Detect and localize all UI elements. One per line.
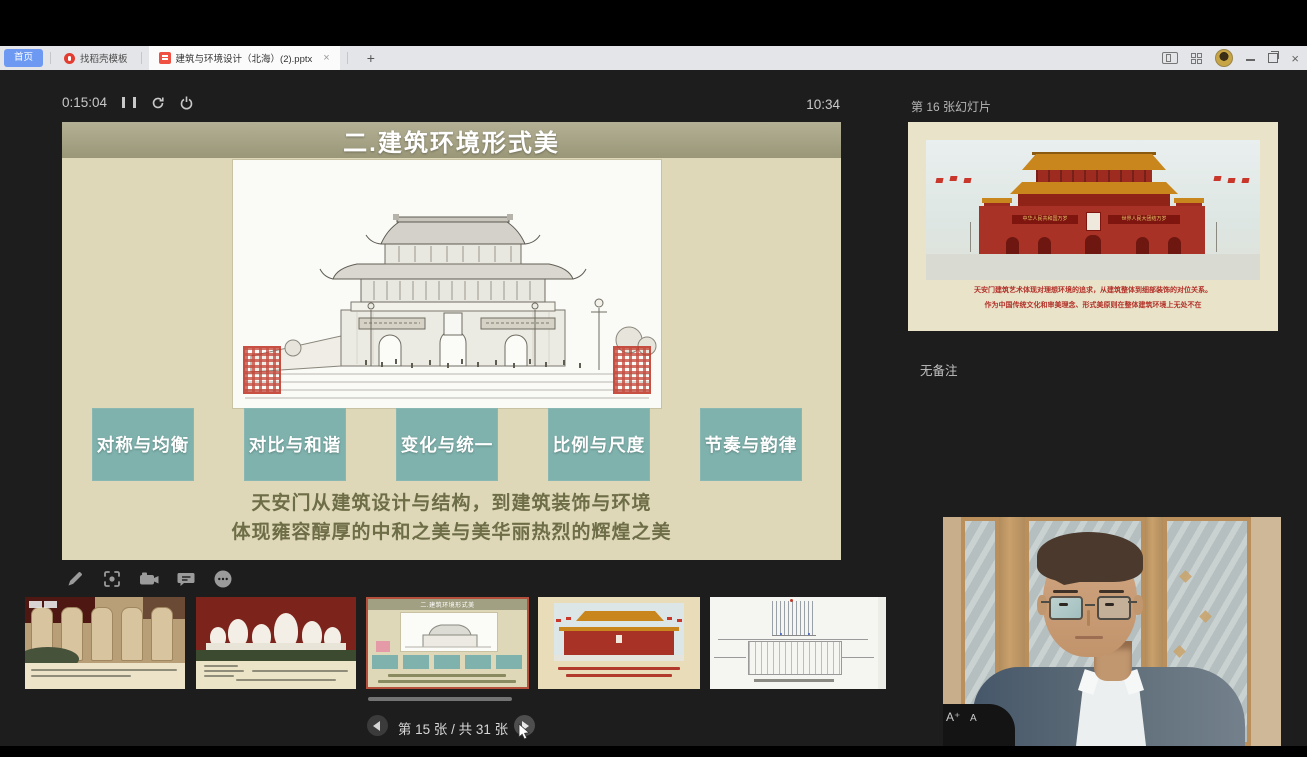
glasses-icon: [1097, 596, 1131, 620]
person-eyebrow: [1053, 590, 1078, 593]
pen-icon[interactable]: [64, 568, 86, 590]
slide-thumbnail-13[interactable]: [25, 597, 185, 689]
slide-nav-text: 第 15 张 / 共 31 张: [393, 718, 513, 738]
webcam-video[interactable]: [943, 517, 1281, 746]
person-eye: [1105, 603, 1114, 606]
principle-box: 节奏与韵律: [700, 408, 802, 481]
tiananmen-photo: 中华人民共和国万岁 世界人民大团结万岁: [926, 140, 1260, 280]
red-seal-icon: [243, 346, 281, 394]
docer-tab-label: 找稻壳模板: [80, 51, 128, 65]
person-nose: [1087, 610, 1090, 626]
next-slide-preview: 中华人民共和国万岁 世界人民大团结万岁 天安门建筑艺术体现对理想环境的追求，从建…: [908, 122, 1278, 331]
document-tab-label: 建筑与环境设计（北海）(2).pptx: [176, 51, 313, 65]
principle-box: 对比与和谐: [244, 408, 346, 481]
glasses-icon: [1049, 596, 1083, 620]
camera-icon[interactable]: [138, 568, 160, 590]
browser-tab-bar: 首页 找稻壳模板 建筑与环境设计（北海）(2).pptx × +: [0, 46, 1307, 70]
preview-caption-line1: 天安门建筑艺术体现对理想环境的追求，从建筑整体到细部装饰的对位关系。: [908, 285, 1278, 295]
timer-value: 0:15:04: [62, 95, 107, 110]
window-controls: ×: [1162, 46, 1299, 70]
power-icon[interactable]: [180, 96, 193, 110]
pause-icon[interactable]: [122, 97, 136, 108]
presenter-toolbar: [64, 568, 234, 590]
minimize-button[interactable]: [1246, 59, 1255, 61]
tab-divider: [347, 52, 348, 64]
presenter-stage: 0:15:04 10:34 二.建筑环境形式美: [0, 70, 1307, 746]
mouse-cursor: [518, 723, 534, 746]
prev-slide-button[interactable]: [367, 715, 388, 736]
tab-document[interactable]: 建筑与环境设计（北海）(2).pptx ×: [149, 46, 340, 70]
person-mouth: [1075, 636, 1103, 639]
principle-box: 对称与均衡: [92, 408, 194, 481]
person-eyebrow: [1099, 590, 1124, 593]
thumbnail-scrollbar[interactable]: [368, 697, 512, 701]
glasses-temple: [1041, 601, 1050, 603]
comment-icon[interactable]: [175, 568, 197, 590]
reset-icon[interactable]: [151, 96, 165, 110]
new-tab-button[interactable]: +: [367, 51, 375, 65]
slide-title: 二.建筑环境形式美: [62, 122, 841, 158]
room-wall: [1251, 517, 1281, 746]
slide-thumbnail-14[interactable]: [196, 597, 356, 689]
screen: 首页 找稻壳模板 建筑与环境设计（北海）(2).pptx × + × 0:15:…: [0, 0, 1307, 757]
tab-docer[interactable]: 找稻壳模板: [58, 51, 134, 65]
glasses-temple: [1128, 601, 1137, 603]
thumbnail-slide-title: 二.建筑环境形式美: [368, 599, 527, 610]
slide-thumbnail-18[interactable]: [878, 597, 886, 689]
user-avatar[interactable]: [1215, 49, 1233, 67]
docer-icon: [64, 53, 75, 64]
tab-divider: [141, 52, 142, 64]
tab-grid-icon[interactable]: [1191, 53, 1202, 64]
restore-button[interactable]: [1268, 53, 1278, 63]
slide-caption-line1: 天安门从建筑设计与结构，到建筑装饰与环境: [62, 488, 841, 515]
ppt-file-icon: [159, 52, 171, 64]
principle-box: 比例与尺度: [548, 408, 650, 481]
tiananmen-engraving: [232, 159, 662, 409]
reading-layout-icon[interactable]: [1162, 52, 1178, 64]
red-seal-icon: [613, 346, 651, 394]
close-button[interactable]: ×: [1291, 52, 1299, 65]
timer-bar: 0:15:04: [62, 95, 193, 110]
more-icon[interactable]: [212, 568, 234, 590]
person-eye: [1059, 603, 1068, 606]
no-notes-label: 无备注: [920, 360, 958, 379]
tab-divider: [50, 52, 51, 64]
slide-thumbnail-17[interactable]: [710, 597, 878, 689]
principle-box: 变化与统一: [396, 408, 498, 481]
next-slide-header: 第 16 张幻灯片: [911, 98, 991, 115]
person-ear: [1037, 595, 1047, 615]
laser-pointer-icon[interactable]: [101, 568, 123, 590]
tab-close-icon[interactable]: ×: [323, 52, 329, 64]
current-slide: 二.建筑环境形式美: [62, 122, 841, 560]
slide-caption-line2: 体现雍容醇厚的中和之美与美华丽热烈的辉煌之美: [62, 517, 841, 544]
font-decrease-button[interactable]: A: [970, 713, 977, 724]
person-ear: [1133, 595, 1143, 615]
banner-left: 中华人民共和国万岁: [1012, 215, 1078, 224]
clock: 10:34: [780, 97, 840, 112]
preview-caption-line2: 作为中国传统文化和审美理念、形式美原则在整体建筑环境上无处不在: [908, 300, 1278, 310]
banner-right: 世界人民大团结万岁: [1108, 215, 1180, 224]
font-increase-button[interactable]: A⁺: [946, 710, 960, 724]
slide-thumbnail-current[interactable]: 二.建筑环境形式美: [366, 597, 529, 689]
tab-home[interactable]: 首页: [4, 49, 43, 67]
glasses-bridge: [1085, 604, 1095, 606]
principle-boxes: 对称与均衡 对比与和谐 变化与统一 比例与尺度 节奏与韵律: [92, 408, 802, 481]
slide-thumbnail-16[interactable]: [538, 597, 700, 689]
